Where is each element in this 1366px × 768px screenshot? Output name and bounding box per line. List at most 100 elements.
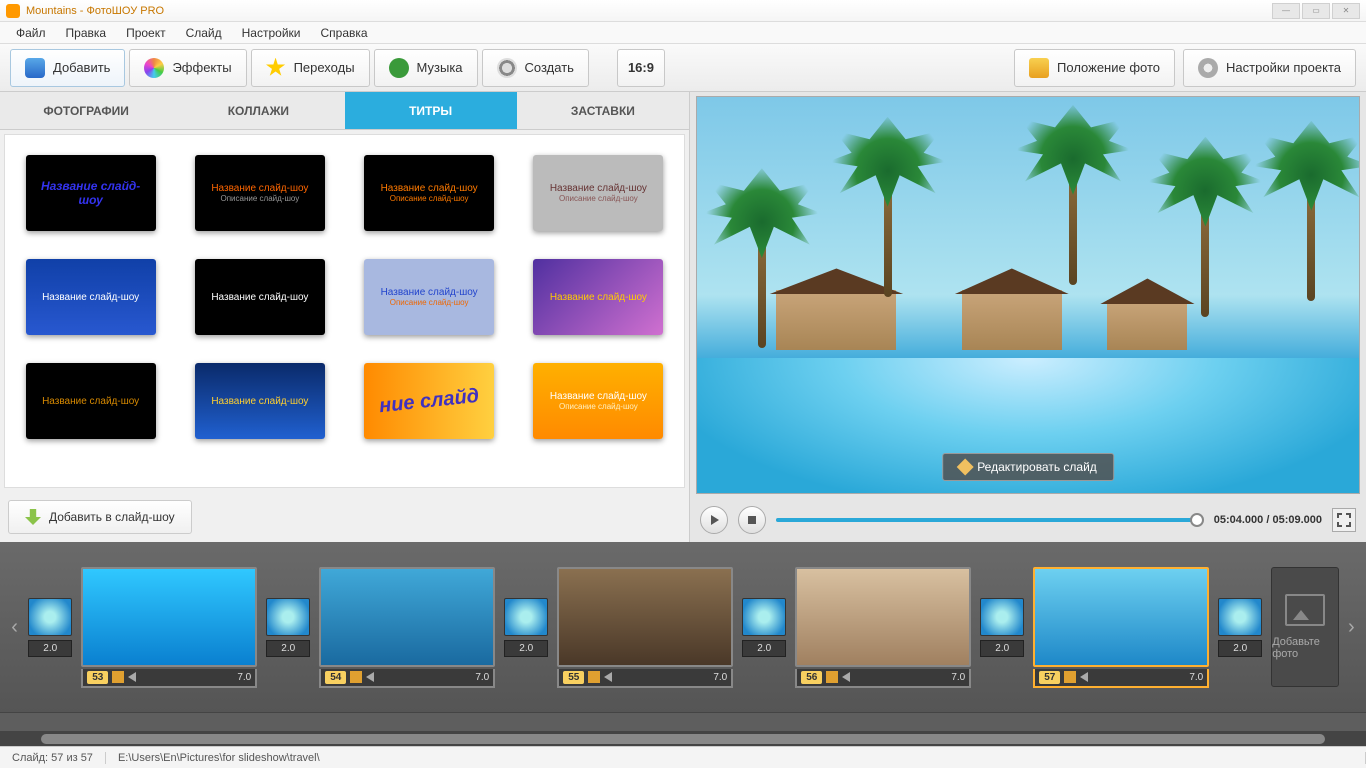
title-template[interactable]: ние слайд [364, 363, 494, 439]
transition-duration: 2.0 [980, 640, 1024, 657]
effects-button[interactable]: Эффекты [129, 49, 246, 87]
timeline-next-button[interactable]: › [1347, 607, 1356, 647]
menu-file[interactable]: Файл [6, 26, 56, 40]
app-icon [6, 4, 20, 18]
title-template[interactable]: Название слайд-шоуОписание слайд-шоу [533, 363, 663, 439]
timeline: ‹ 2.0537.02.0547.02.0557.02.0567.02.0577… [0, 542, 1366, 712]
sound-icon[interactable] [366, 672, 374, 682]
menu-slide[interactable]: Слайд [176, 26, 232, 40]
window-title: Mountains - ФотоШОУ PRO [26, 5, 164, 17]
edit-slide-button[interactable]: Редактировать слайд [942, 453, 1114, 481]
transition-thumb [980, 598, 1024, 636]
slide-thumb [795, 567, 971, 667]
music-icon [389, 58, 409, 78]
right-panel: Редактировать слайд 05:04.000 / 05:09.00… [690, 92, 1366, 542]
sound-icon[interactable] [1080, 672, 1088, 682]
timeline-slide[interactable]: 537.0 [81, 567, 257, 688]
add-to-slideshow-button[interactable]: Добавить в слайд-шоу [8, 500, 192, 534]
timeline-slide[interactable]: 547.0 [319, 567, 495, 688]
title-template[interactable]: Название слайд-шоу [26, 363, 156, 439]
timeline-prev-button[interactable]: ‹ [10, 607, 19, 647]
title-template[interactable]: Название слайд-шоу [195, 259, 325, 335]
play-button[interactable] [700, 506, 728, 534]
fullscreen-icon [1337, 513, 1351, 527]
gear-icon [1198, 58, 1218, 78]
slide-thumb [557, 567, 733, 667]
playback-controls: 05:04.000 / 05:09.000 [690, 498, 1366, 542]
slide-duration: 7.0 [1189, 672, 1203, 683]
timeline-slide[interactable]: 567.0 [795, 567, 971, 688]
main-toolbar: Добавить Эффекты Переходы Музыка Создать… [0, 44, 1366, 92]
aspect-ratio[interactable]: 16:9 [617, 49, 665, 87]
statusbar: Слайд: 57 из 57 E:\Users\En\Pictures\for… [0, 746, 1366, 768]
audio-track[interactable] [0, 712, 1366, 732]
pencil-icon[interactable] [1064, 671, 1076, 683]
play-icon [711, 515, 719, 525]
transition-item[interactable]: 2.0 [265, 598, 311, 657]
slide-number: 53 [87, 671, 108, 684]
pencil-icon[interactable] [350, 671, 362, 683]
maximize-button[interactable]: ▭ [1302, 3, 1330, 19]
transition-duration: 2.0 [28, 640, 72, 657]
transition-thumb [266, 598, 310, 636]
subtab-collages[interactable]: КОЛЛАЖИ [172, 92, 344, 130]
title-template[interactable]: Название слайд-шоуОписание слайд-шоу [364, 155, 494, 231]
pencil-icon[interactable] [588, 671, 600, 683]
seek-slider[interactable] [776, 518, 1204, 522]
music-button[interactable]: Музыка [374, 49, 478, 87]
title-template[interactable]: Название слайд-шоу [26, 155, 156, 231]
minimize-button[interactable]: — [1272, 3, 1300, 19]
titlebar: Mountains - ФотоШОУ PRO — ▭ ✕ [0, 0, 1366, 22]
stop-icon [748, 516, 756, 524]
transition-item[interactable]: 2.0 [27, 598, 73, 657]
slide-duration: 7.0 [951, 672, 965, 683]
subtab-photos[interactable]: ФОТОГРАФИИ [0, 92, 172, 130]
title-template[interactable]: Название слайд-шоу [195, 363, 325, 439]
subtab-titles[interactable]: ТИТРЫ [345, 92, 517, 130]
title-template[interactable]: Название слайд-шоу [26, 259, 156, 335]
template-list[interactable]: Название слайд-шоу Название слайд-шоуОпис… [4, 134, 685, 488]
timeline-slide[interactable]: 577.0 [1033, 567, 1209, 688]
transition-thumb [28, 598, 72, 636]
sound-icon[interactable] [128, 672, 136, 682]
title-template[interactable]: Название слайд-шоуОписание слайд-шоу [364, 259, 494, 335]
transitions-button[interactable]: Переходы [251, 49, 370, 87]
sound-icon[interactable] [842, 672, 850, 682]
timeline-scrollbar[interactable] [0, 732, 1366, 746]
timeline-slide[interactable]: 557.0 [557, 567, 733, 688]
transition-duration: 2.0 [1218, 640, 1262, 657]
title-template[interactable]: Название слайд-шоуОписание слайд-шоу [533, 155, 663, 231]
subtab-intros[interactable]: ЗАСТАВКИ [517, 92, 689, 130]
transition-item[interactable]: 2.0 [1217, 598, 1263, 657]
slide-thumb [1033, 567, 1209, 667]
status-path: E:\Users\En\Pictures\for slideshow\trave… [106, 752, 1366, 764]
pencil-icon[interactable] [112, 671, 124, 683]
add-button[interactable]: Добавить [10, 49, 125, 87]
transition-item[interactable]: 2.0 [979, 598, 1025, 657]
transition-thumb [1218, 598, 1262, 636]
pencil-icon[interactable] [826, 671, 838, 683]
pencil-icon [957, 459, 974, 476]
menu-help[interactable]: Справка [310, 26, 377, 40]
fullscreen-button[interactable] [1332, 508, 1356, 532]
add-photo-placeholder[interactable]: Добавьте фото [1271, 567, 1339, 687]
transition-item[interactable]: 2.0 [503, 598, 549, 657]
slide-duration: 7.0 [713, 672, 727, 683]
create-button[interactable]: Создать [482, 49, 589, 87]
menu-edit[interactable]: Правка [56, 26, 117, 40]
menu-settings[interactable]: Настройки [232, 26, 311, 40]
close-button[interactable]: ✕ [1332, 3, 1360, 19]
title-template[interactable]: Название слайд-шоуОписание слайд-шоу [195, 155, 325, 231]
project-settings-button[interactable]: Настройки проекта [1183, 49, 1356, 87]
menu-project[interactable]: Проект [116, 26, 176, 40]
stop-button[interactable] [738, 506, 766, 534]
slide-duration: 7.0 [475, 672, 489, 683]
transition-duration: 2.0 [742, 640, 786, 657]
transition-item[interactable]: 2.0 [741, 598, 787, 657]
time-display: 05:04.000 / 05:09.000 [1214, 514, 1322, 526]
title-template[interactable]: Название слайд-шоу [533, 259, 663, 335]
slide-number: 56 [801, 671, 822, 684]
sound-icon[interactable] [604, 672, 612, 682]
preview-canvas: Редактировать слайд [696, 96, 1360, 494]
photo-position-button[interactable]: Положение фото [1014, 49, 1175, 87]
